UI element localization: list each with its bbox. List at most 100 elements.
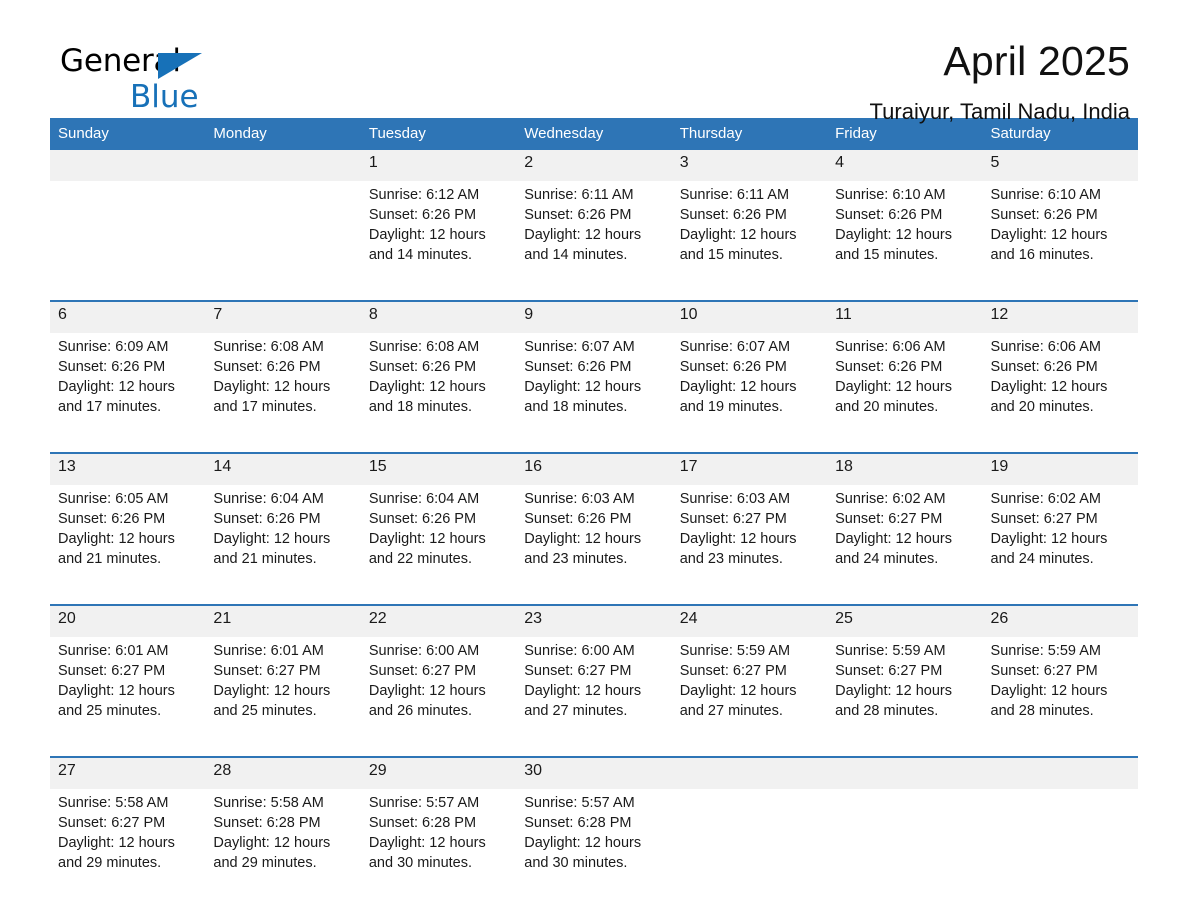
sunrise-text: Sunrise: 6:00 AM xyxy=(524,643,635,659)
day-number[interactable]: 26 xyxy=(982,606,1138,637)
day-cell[interactable]: Sunrise: 6:02 AM Sunset: 6:27 PM Dayligh… xyxy=(827,485,983,597)
day-number[interactable]: 17 xyxy=(671,454,828,485)
day-number[interactable]: 16 xyxy=(516,454,672,485)
week-1-info-row: Sunrise: 6:12 AM Sunset: 6:26 PM Dayligh… xyxy=(50,181,1138,293)
daylight-text-line1: Daylight: 12 hours xyxy=(58,683,175,699)
daylight-text-line1: Daylight: 12 hours xyxy=(368,227,486,243)
day-number[interactable]: 27 xyxy=(50,758,206,789)
day-number[interactable]: 25 xyxy=(827,606,983,637)
day-cell[interactable]: Sunrise: 6:07 AM Sunset: 6:26 PM Dayligh… xyxy=(516,333,672,445)
daylight-text-line2: and 14 minutes. xyxy=(524,247,628,263)
day-cell[interactable]: Sunrise: 6:03 AM Sunset: 6:26 PM Dayligh… xyxy=(516,485,672,597)
sunset-text: Sunset: 6:26 PM xyxy=(990,359,1098,375)
day-number[interactable]: 20 xyxy=(50,606,206,637)
day-cell[interactable]: Sunrise: 6:07 AM Sunset: 6:26 PM Dayligh… xyxy=(671,333,828,445)
day-number[interactable]: 30 xyxy=(516,758,672,789)
day-number[interactable] xyxy=(827,758,983,789)
sunrise-text: Sunrise: 6:04 AM xyxy=(213,491,324,507)
day-cell[interactable] xyxy=(671,789,828,901)
day-number[interactable]: 12 xyxy=(982,302,1138,333)
daylight-text-line1: Daylight: 12 hours xyxy=(835,531,952,547)
day-cell[interactable]: Sunrise: 6:10 AM Sunset: 6:26 PM Dayligh… xyxy=(827,181,983,293)
day-cell[interactable]: Sunrise: 6:09 AM Sunset: 6:26 PM Dayligh… xyxy=(50,333,206,445)
day-number[interactable]: 1 xyxy=(360,150,517,181)
day-cell[interactable]: Sunrise: 5:59 AM Sunset: 6:27 PM Dayligh… xyxy=(827,637,983,749)
day-number[interactable]: 8 xyxy=(360,302,517,333)
sunrise-text: Sunrise: 6:00 AM xyxy=(368,643,480,659)
day-number[interactable]: 18 xyxy=(827,454,983,485)
title-block: April 2025 Turaiyur, Tamil Nadu, India xyxy=(870,38,1130,124)
day-number[interactable]: 19 xyxy=(982,454,1138,485)
day-cell[interactable]: Sunrise: 6:04 AM Sunset: 6:26 PM Dayligh… xyxy=(205,485,361,597)
day-cell[interactable]: Sunrise: 6:12 AM Sunset: 6:26 PM Dayligh… xyxy=(360,181,517,293)
day-cell[interactable] xyxy=(982,789,1138,901)
daylight-text-line1: Daylight: 12 hours xyxy=(835,683,952,699)
day-cell[interactable]: Sunrise: 6:06 AM Sunset: 6:26 PM Dayligh… xyxy=(982,333,1138,445)
day-number[interactable]: 4 xyxy=(827,150,983,181)
day-cell[interactable]: Sunrise: 6:04 AM Sunset: 6:26 PM Dayligh… xyxy=(360,485,517,597)
day-cell[interactable] xyxy=(50,181,206,293)
daylight-text-line2: and 28 minutes. xyxy=(835,703,939,719)
day-cell[interactable]: Sunrise: 5:59 AM Sunset: 6:27 PM Dayligh… xyxy=(671,637,828,749)
day-number[interactable]: 7 xyxy=(205,302,361,333)
day-cell[interactable]: Sunrise: 6:00 AM Sunset: 6:27 PM Dayligh… xyxy=(516,637,672,749)
day-cell[interactable]: Sunrise: 6:11 AM Sunset: 6:26 PM Dayligh… xyxy=(671,181,828,293)
day-number[interactable]: 22 xyxy=(360,606,517,637)
day-cell[interactable]: Sunrise: 5:57 AM Sunset: 6:28 PM Dayligh… xyxy=(516,789,672,901)
daylight-text-line2: and 16 minutes. xyxy=(990,247,1094,263)
daylight-text-line2: and 25 minutes. xyxy=(213,703,317,719)
sunset-text: Sunset: 6:26 PM xyxy=(524,207,632,223)
day-cell[interactable]: Sunrise: 5:57 AM Sunset: 6:28 PM Dayligh… xyxy=(360,789,517,901)
day-cell[interactable]: Sunrise: 6:00 AM Sunset: 6:27 PM Dayligh… xyxy=(360,637,517,749)
sunrise-text: Sunrise: 6:09 AM xyxy=(58,339,169,355)
day-cell[interactable]: Sunrise: 6:08 AM Sunset: 6:26 PM Dayligh… xyxy=(360,333,517,445)
day-number[interactable]: 14 xyxy=(205,454,361,485)
day-cell[interactable]: Sunrise: 6:01 AM Sunset: 6:27 PM Dayligh… xyxy=(50,637,206,749)
day-cell[interactable]: Sunrise: 6:10 AM Sunset: 6:26 PM Dayligh… xyxy=(982,181,1138,293)
day-number[interactable]: 2 xyxy=(516,150,672,181)
sunset-text: Sunset: 6:27 PM xyxy=(679,511,787,527)
daylight-text-line1: Daylight: 12 hours xyxy=(368,531,486,547)
day-number[interactable]: 5 xyxy=(982,150,1138,181)
day-cell[interactable]: Sunrise: 6:11 AM Sunset: 6:26 PM Dayligh… xyxy=(516,181,672,293)
day-number[interactable]: 10 xyxy=(671,302,828,333)
day-cell[interactable]: Sunrise: 5:59 AM Sunset: 6:27 PM Dayligh… xyxy=(982,637,1138,749)
daylight-text-line2: and 29 minutes. xyxy=(213,855,317,871)
day-cell[interactable]: Sunrise: 5:58 AM Sunset: 6:27 PM Dayligh… xyxy=(50,789,206,901)
sunrise-text: Sunrise: 6:05 AM xyxy=(58,491,169,507)
day-number[interactable] xyxy=(205,150,361,181)
day-number[interactable]: 21 xyxy=(205,606,361,637)
day-number[interactable] xyxy=(982,758,1138,789)
day-number[interactable]: 13 xyxy=(50,454,206,485)
day-cell[interactable]: Sunrise: 6:03 AM Sunset: 6:27 PM Dayligh… xyxy=(671,485,828,597)
day-cell[interactable] xyxy=(205,181,361,293)
weekday-header-monday: Monday xyxy=(205,118,361,150)
daylight-text-line2: and 25 minutes. xyxy=(58,703,162,719)
day-cell[interactable]: Sunrise: 5:58 AM Sunset: 6:28 PM Dayligh… xyxy=(205,789,361,901)
day-number[interactable]: 29 xyxy=(360,758,517,789)
day-number[interactable]: 23 xyxy=(516,606,672,637)
sunset-text: Sunset: 6:27 PM xyxy=(58,815,166,831)
day-cell[interactable]: Sunrise: 6:05 AM Sunset: 6:26 PM Dayligh… xyxy=(50,485,206,597)
day-cell[interactable]: Sunrise: 6:01 AM Sunset: 6:27 PM Dayligh… xyxy=(205,637,361,749)
brand-text-blue: Blue xyxy=(130,79,199,115)
sunrise-text: Sunrise: 5:59 AM xyxy=(990,643,1101,659)
day-cell[interactable]: Sunrise: 6:02 AM Sunset: 6:27 PM Dayligh… xyxy=(982,485,1138,597)
day-cell[interactable]: Sunrise: 6:08 AM Sunset: 6:26 PM Dayligh… xyxy=(205,333,361,445)
day-number[interactable]: 11 xyxy=(827,302,983,333)
day-number[interactable]: 28 xyxy=(205,758,361,789)
day-number[interactable]: 6 xyxy=(50,302,206,333)
weekday-header-wednesday: Wednesday xyxy=(516,118,672,150)
general-blue-logo[interactable]: General Blue xyxy=(60,46,360,116)
day-number[interactable]: 3 xyxy=(671,150,828,181)
day-number[interactable]: 15 xyxy=(360,454,517,485)
day-cell[interactable] xyxy=(827,789,983,901)
daylight-text-line2: and 20 minutes. xyxy=(990,399,1094,415)
day-number[interactable]: 24 xyxy=(671,606,828,637)
day-number[interactable] xyxy=(671,758,828,789)
day-number[interactable] xyxy=(50,150,206,181)
day-cell[interactable]: Sunrise: 6:06 AM Sunset: 6:26 PM Dayligh… xyxy=(827,333,983,445)
week-separator-cell xyxy=(50,293,1138,302)
day-number[interactable]: 9 xyxy=(516,302,672,333)
daylight-text-line2: and 18 minutes. xyxy=(524,399,628,415)
